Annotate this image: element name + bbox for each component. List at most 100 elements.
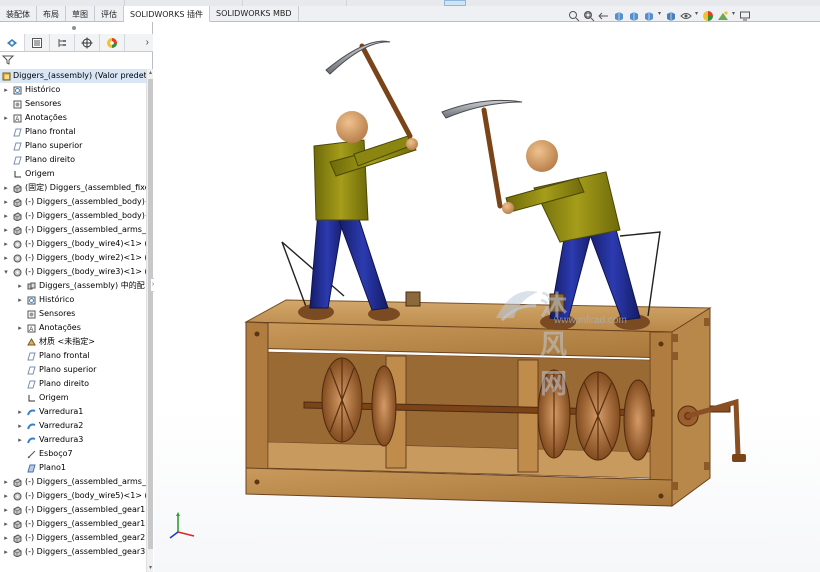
tree-expand-icon[interactable]: ▸ (2, 503, 10, 517)
tree-expand-icon[interactable]: ▸ (2, 83, 10, 97)
tree-item[interactable]: Plano superior (0, 139, 146, 153)
tree-item[interactable]: Origem (0, 391, 146, 405)
history-icon (27, 296, 36, 305)
hide-show-icon[interactable] (680, 10, 692, 22)
tree-item[interactable]: Plano direito (0, 153, 146, 167)
section-view-icon[interactable] (613, 10, 625, 22)
plane-icon (27, 366, 36, 375)
tree-expand-icon[interactable]: ▸ (2, 489, 10, 503)
tree-item[interactable]: ▸ (-) Diggers_(assembled_gear1)- (0, 517, 146, 531)
tree-item[interactable]: 材质 <未指定> (0, 335, 146, 349)
view-settings-icon[interactable] (739, 10, 751, 22)
tree-item[interactable]: ▸ (-) Diggers_(assembled_gear2)- (0, 531, 146, 545)
tree-item[interactable]: Sensores (0, 97, 146, 111)
tree-item[interactable]: Diggers_(assembly) (Valor predete (0, 69, 146, 83)
tree-expand-icon[interactable]: ▸ (2, 237, 10, 251)
tree-expand-icon[interactable]: ▸ (2, 531, 10, 545)
tree-item[interactable]: Origem (0, 167, 146, 181)
tree-item[interactable]: ▸ Diggers_(assembly) 中的配 (0, 279, 146, 293)
tree-item[interactable]: Plano frontal (0, 349, 146, 363)
tree-expand-icon[interactable]: ▸ (16, 293, 24, 307)
tree-item[interactable]: ▸ (-) Diggers_(body_wire5)<1> (V (0, 489, 146, 503)
tree-vertical-scrollbar[interactable]: ▴ ▾ (146, 69, 153, 572)
tree-item[interactable]: Plano frontal (0, 125, 146, 139)
tab-feature-manager[interactable] (0, 34, 25, 51)
dropdown-caret-icon[interactable]: ▾ (695, 10, 699, 22)
tree-item-label: Anotações (25, 113, 67, 122)
solidworks-window: 装配体 布局 草图 评估 SOLIDWORKS 插件 SOLIDWORKS MBD (0, 0, 820, 572)
tree-expand-icon[interactable]: ▸ (16, 419, 24, 433)
edit-appearance-icon[interactable] (702, 10, 714, 22)
tree-item[interactable]: Plano direito (0, 377, 146, 391)
scrollbar-thumb[interactable] (148, 79, 153, 549)
tree-item-label: Plano superior (39, 365, 97, 374)
part-icon (13, 548, 22, 557)
tab-display-manager[interactable] (100, 34, 125, 51)
display-style-icon[interactable] (665, 10, 677, 22)
feature-manager-icon (7, 38, 17, 47)
tree-item[interactable]: Sensores (0, 307, 146, 321)
tree-item[interactable]: ▸ (-) Diggers_(body_wire2)<1> (V (0, 251, 146, 265)
tree-item[interactable]: ▸ (-) Diggers_(assembled_arms_p (0, 475, 146, 489)
tree-expand-icon[interactable]: ▸ (2, 475, 10, 489)
tree-expand-icon[interactable]: ▸ (2, 223, 10, 237)
zoom-to-fit-icon[interactable] (568, 10, 580, 22)
tab-dimxpert[interactable] (75, 34, 100, 51)
tree-expand-icon[interactable]: ▸ (2, 209, 10, 223)
tree-expand-icon[interactable]: ▸ (16, 405, 24, 419)
tree-expand-icon[interactable]: ▸ (2, 251, 10, 265)
tab-2[interactable]: 草图 (66, 6, 95, 21)
tree-expand-icon[interactable]: ▸ (2, 111, 10, 125)
tree-item[interactable]: ▾ (-) Diggers_(body_wire3)<1> (V (0, 265, 146, 279)
tab-1[interactable]: 布局 (37, 6, 66, 21)
tree-item[interactable]: ▸ Varredura3 (0, 433, 146, 447)
tab-configuration-manager[interactable] (50, 34, 75, 51)
tree-expand-icon[interactable]: ▸ (16, 433, 24, 447)
tree-item[interactable]: ▸ A Anotações (0, 111, 146, 125)
zoom-area-icon[interactable] (583, 10, 595, 22)
tree-item[interactable]: ▸ Histórico (0, 83, 146, 97)
tab-0[interactable]: 装配体 (0, 6, 37, 21)
tree-item[interactable]: ▸ (-) Diggers_(assembled_gear1)- (0, 503, 146, 517)
tab-property-manager[interactable] (25, 34, 50, 51)
tree-item[interactable]: ▸ (-) Diggers_(assembled_gear3)- (0, 545, 146, 559)
tree-item[interactable]: ▸ Varredura1 (0, 405, 146, 419)
tree-item[interactable]: ▸ (固定) Diggers_(assembled_fixe (0, 181, 146, 195)
tree-expand-icon[interactable]: ▸ (2, 517, 10, 531)
tree-expand-icon[interactable]: ▸ (16, 279, 24, 293)
tree-item[interactable]: ▸ (-) Diggers_(body_wire4)<1> (V (0, 237, 146, 251)
tab-5[interactable]: SOLIDWORKS MBD (210, 6, 299, 21)
previous-view-icon[interactable] (598, 10, 610, 22)
filter-icon[interactable] (1, 55, 15, 68)
tree-item[interactable]: Esboço7 (0, 447, 146, 461)
tree-item[interactable]: Plano superior (0, 363, 146, 377)
view-orientation-icon[interactable] (643, 10, 655, 22)
tree-item[interactable]: ▸ (-) Diggers_(assembled_body)< (0, 209, 146, 223)
tree-expand-icon[interactable]: ▸ (2, 545, 10, 559)
scroll-up-arrow-icon[interactable]: ▴ (147, 69, 154, 77)
panel-resize-dot[interactable] (72, 26, 76, 30)
tree-item-label: Sensores (39, 309, 76, 318)
apply-scene-icon[interactable] (717, 10, 729, 22)
dynamic-annotation-icon[interactable] (628, 10, 640, 22)
tree-item-label: Plano direito (39, 379, 90, 388)
scroll-down-arrow-icon[interactable]: ▾ (147, 564, 154, 572)
tree-item[interactable]: ▸ Histórico (0, 293, 146, 307)
tree-expand-icon[interactable]: ▸ (2, 181, 10, 195)
tree-item[interactable]: ▸ A Anotações (0, 321, 146, 335)
tree-expand-icon[interactable]: ▸ (16, 321, 24, 335)
heads-up-view-toolbar: ▾ ▾ ▾ (568, 10, 751, 22)
tree-item[interactable]: ▸ Varredura2 (0, 419, 146, 433)
part-icon (13, 198, 22, 207)
tree-item[interactable]: ▸ (-) Diggers_(assembled_body)< (0, 195, 146, 209)
tree-item[interactable]: Plano1 (0, 461, 146, 475)
panel-tabs-more-chevron[interactable]: › (125, 34, 153, 51)
graphics-area[interactable]: ▾ ▾ ▾ 沐风网 www.mfcad.com (154, 11, 820, 572)
tree-item[interactable]: ▸ (-) Diggers_(assembled_arms_p (0, 223, 146, 237)
dropdown-caret-icon[interactable]: ▾ (732, 10, 736, 22)
tree-expand-icon[interactable]: ▾ (2, 265, 10, 279)
tab-3[interactable]: 评估 (95, 6, 124, 21)
tab-4[interactable]: SOLIDWORKS 插件 (124, 6, 210, 22)
tree-expand-icon[interactable]: ▸ (2, 195, 10, 209)
dropdown-caret-icon[interactable]: ▾ (658, 10, 662, 22)
